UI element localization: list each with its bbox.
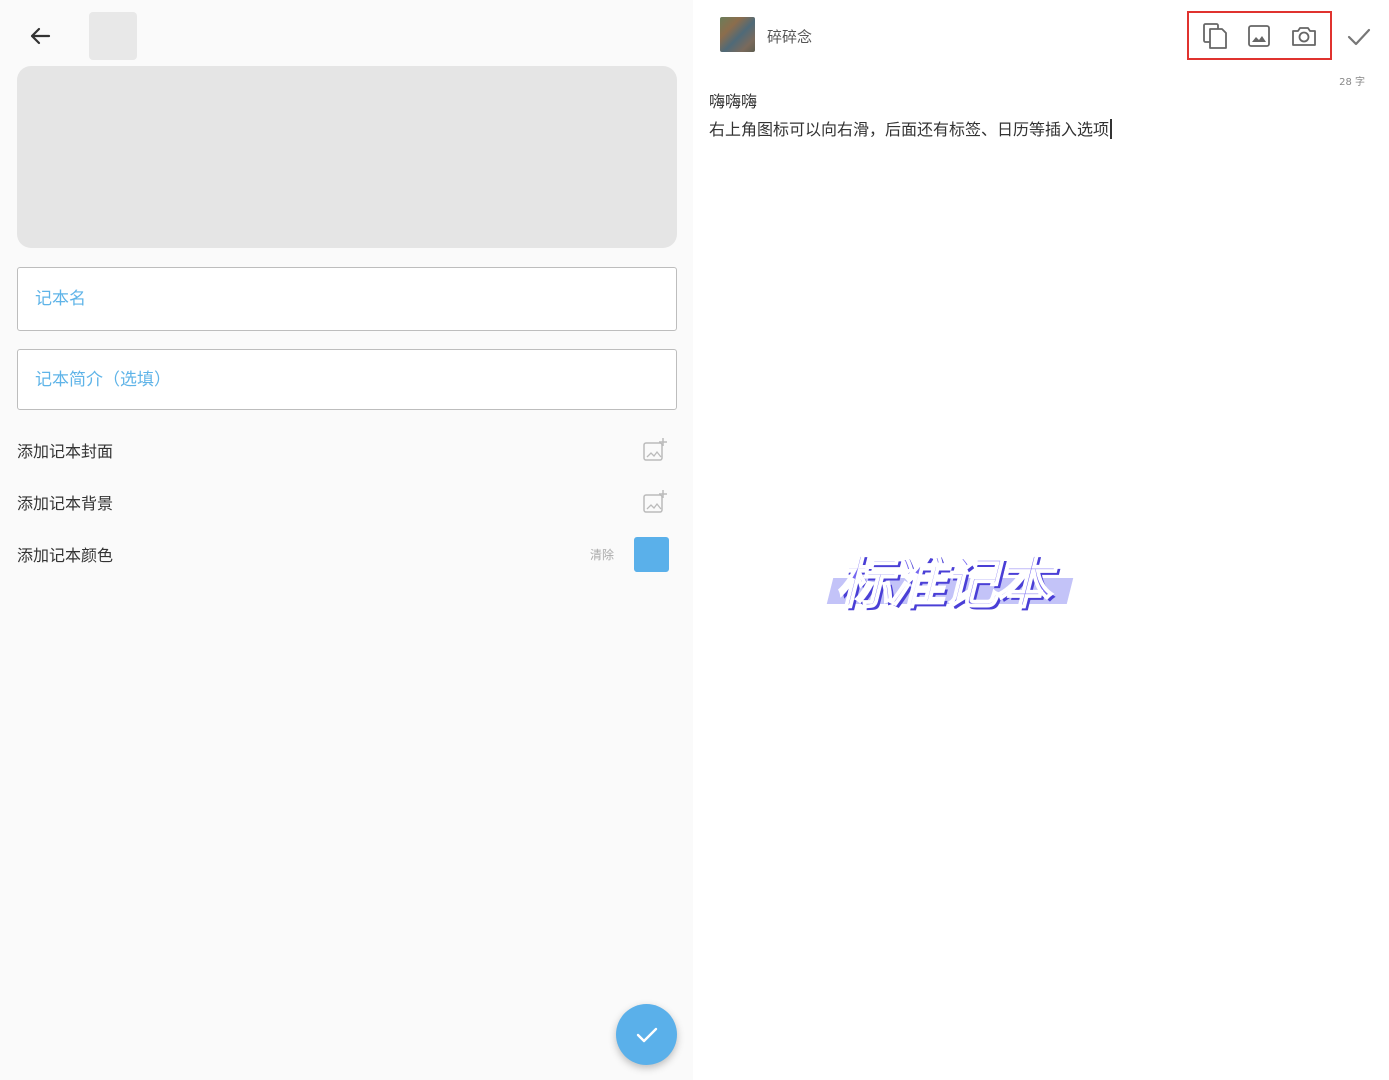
check-icon [636,1027,657,1042]
text-caret [1110,119,1112,139]
note-line: 嗨嗨嗨 [709,92,758,111]
watermark-logo: 标准记本 [826,538,1074,617]
confirm-check-icon[interactable] [1342,20,1376,54]
watermark-text: 标准记本 [835,550,1052,617]
app-avatar[interactable] [720,17,755,52]
add-color-row[interactable]: 添加记本颜色 清除 [17,536,677,572]
color-swatch[interactable] [634,536,669,572]
add-image-icon[interactable] [641,488,669,516]
add-background-label: 添加记本背景 [17,494,114,513]
image-icon[interactable] [1242,19,1276,53]
notebook-description-input[interactable] [35,369,676,390]
copy-icon[interactable] [1198,19,1232,53]
notebook-name-field[interactable] [17,267,677,331]
clear-color-button[interactable]: 清除 [590,546,614,563]
note-line: 右上角图标可以向右滑，后面还有标签、日历等插入选项 [709,120,1110,139]
notebook-thumbnail[interactable] [89,12,137,60]
notebook-name-input[interactable] [35,289,676,309]
app-name: 碎碎念 [767,28,813,46]
note-line-with-caret: 右上角图标可以向右滑，后面还有标签、日历等插入选项 [709,116,1112,144]
add-cover-label: 添加记本封面 [17,442,114,461]
word-count: 28 字 [1339,77,1365,88]
add-cover-row[interactable]: 添加记本封面 [17,432,677,468]
add-background-row[interactable]: 添加记本背景 [17,484,677,520]
add-color-label: 添加记本颜色 [17,546,114,565]
add-image-icon[interactable] [641,436,669,464]
back-arrow-icon[interactable] [24,20,56,52]
insert-toolbar [1187,11,1332,60]
note-editor-panel: 碎碎念 28 字 嗨嗨嗨 右上角图标可以向右滑，后面还有标签、日历等插入选项 标… [693,0,1389,1080]
notebook-settings-panel: 添加记本封面 添加记本背景 添加记本颜色 清除 [0,0,693,1080]
note-text-area[interactable]: 嗨嗨嗨 右上角图标可以向右滑，后面还有标签、日历等插入选项 [709,88,1112,144]
notebook-description-field[interactable] [17,349,677,410]
cover-preview[interactable] [17,66,677,248]
save-fab-button[interactable] [616,1004,677,1065]
camera-icon[interactable] [1287,19,1321,53]
